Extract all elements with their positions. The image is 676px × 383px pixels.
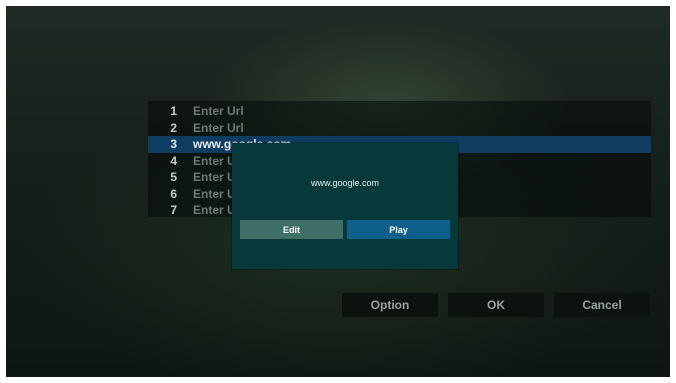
screen-background: 1 Enter Url 2 Enter Url 3 www.google.com… — [6, 6, 670, 377]
url-item-number: 5 — [170, 170, 177, 185]
url-list-item[interactable]: 1 Enter Url — [148, 103, 651, 120]
option-button[interactable]: Option — [342, 293, 438, 317]
edit-button[interactable]: Edit — [240, 220, 343, 239]
cancel-button[interactable]: Cancel — [554, 293, 650, 317]
url-list-item[interactable]: 2 Enter Url — [148, 120, 651, 137]
url-item-number: 4 — [170, 153, 177, 168]
ok-button[interactable]: OK — [448, 293, 544, 317]
url-item-number: 2 — [170, 120, 177, 135]
url-item-number: 1 — [170, 104, 177, 119]
url-item-number: 7 — [170, 203, 177, 218]
dialog-url-text: www.google.com — [310, 178, 380, 188]
url-action-dialog: www.google.com Edit Play — [232, 143, 458, 269]
url-item-text: Enter Url — [193, 104, 244, 119]
url-item-number: 6 — [170, 186, 177, 201]
url-item-text: Enter Url — [193, 120, 244, 135]
play-button[interactable]: Play — [347, 220, 450, 239]
url-item-number: 3 — [170, 137, 177, 152]
